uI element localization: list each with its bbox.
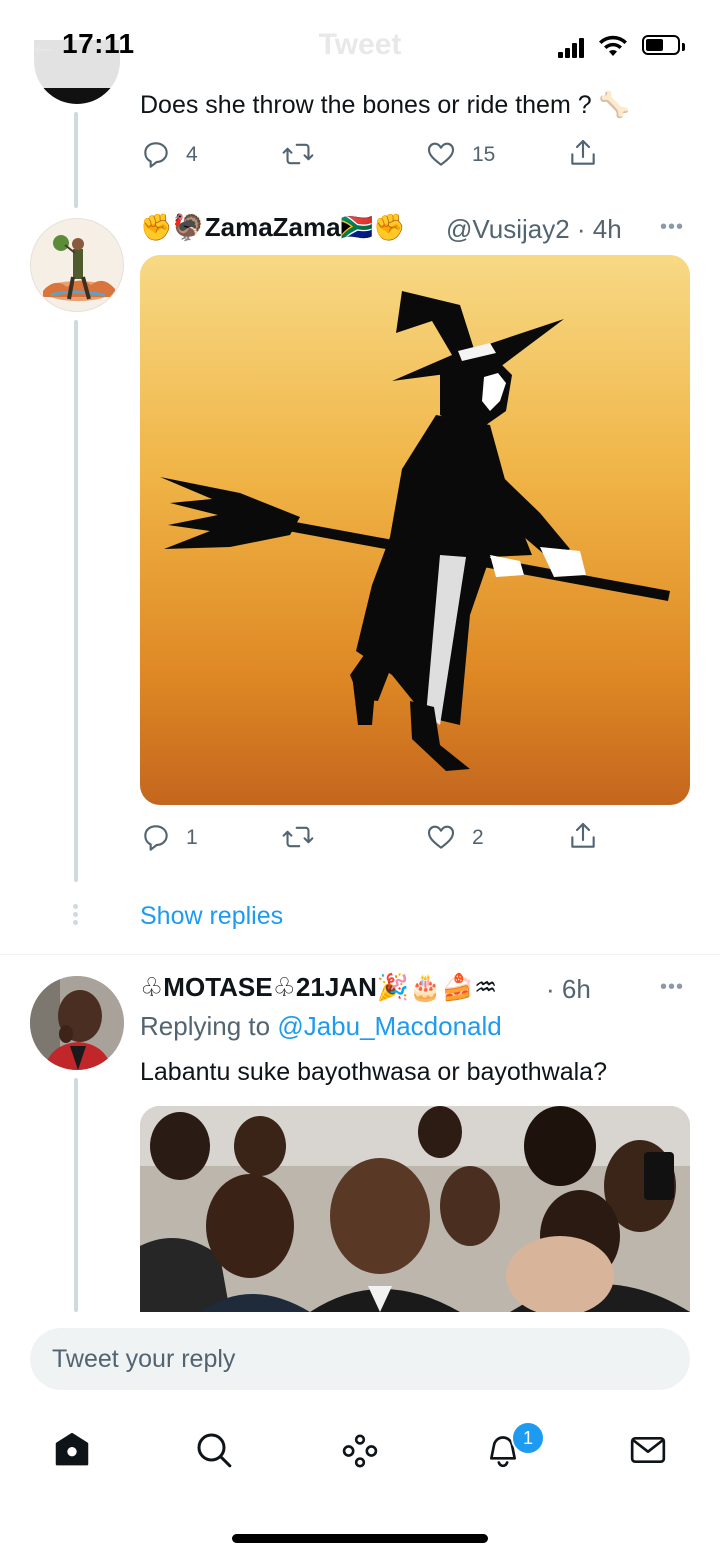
share-icon[interactable] — [567, 820, 599, 852]
reply-icon[interactable] — [140, 138, 172, 170]
tab-bar — [0, 1410, 720, 1490]
battery-icon — [642, 35, 685, 55]
show-replies-link[interactable]: Show replies — [140, 902, 283, 931]
tweet-text: Labantu suke bayothwasa or bayothwala? — [140, 1058, 607, 1086]
reply-count: 1 — [186, 826, 198, 849]
crowd-photo — [140, 1106, 690, 1312]
handle-timestamp[interactable]: @Vusijay2 · 4h — [446, 214, 622, 245]
replying-prefix: Replying to — [140, 1011, 271, 1041]
tweet-image[interactable] — [140, 1106, 690, 1312]
replying-to-handle[interactable]: @Jabu_Macdonald — [277, 1011, 501, 1041]
tweet-image[interactable] — [140, 255, 690, 805]
retweet-icon[interactable] — [281, 821, 315, 853]
reply-icon[interactable] — [140, 821, 172, 853]
messages-icon[interactable] — [627, 1430, 669, 1470]
like-count: 2 — [472, 826, 484, 849]
like-count: 15 — [472, 143, 496, 166]
display-name[interactable]: ✊🦃ZamaZama🇿🇦✊ — [140, 212, 405, 243]
reply-composer[interactable] — [30, 1328, 690, 1390]
home-indicator[interactable] — [232, 1534, 488, 1543]
more-options-icon[interactable]: ••• — [660, 216, 684, 239]
witch-illustration — [160, 291, 670, 771]
search-icon[interactable] — [194, 1430, 234, 1470]
timestamp[interactable]: · 6h — [546, 974, 591, 1005]
share-icon[interactable] — [567, 137, 599, 169]
like-icon[interactable] — [425, 821, 457, 853]
more-options-icon[interactable]: ••• — [660, 976, 684, 999]
wifi-icon — [598, 34, 628, 63]
spaces-icon[interactable] — [339, 1430, 381, 1472]
replying-to: Replying to @Jabu_Macdonald — [140, 1011, 502, 1042]
retweet-icon[interactable] — [281, 138, 315, 170]
tweet-text: Does she throw the bones or ride them ? … — [140, 91, 630, 119]
avatar[interactable] — [30, 218, 124, 312]
status-time: 17:11 — [62, 28, 135, 59]
display-name[interactable]: ♧MOTASE♧21JAN🎉🎂🍰♒ — [140, 972, 497, 1003]
avatar[interactable] — [30, 976, 124, 1070]
status-bar: ← Tweet 17:11 — [0, 0, 720, 88]
home-icon[interactable] — [52, 1430, 92, 1470]
cellular-signal-icon — [558, 38, 586, 58]
thread-line — [74, 320, 78, 882]
like-icon[interactable] — [425, 138, 457, 170]
reply-input[interactable] — [30, 1328, 674, 1390]
thread-line — [74, 1078, 78, 1312]
divider — [0, 954, 720, 955]
reply-count: 4 — [186, 143, 198, 166]
thread-line — [74, 112, 78, 208]
thread-dots-icon — [73, 904, 79, 925]
notification-badge: 1 — [511, 1421, 545, 1455]
